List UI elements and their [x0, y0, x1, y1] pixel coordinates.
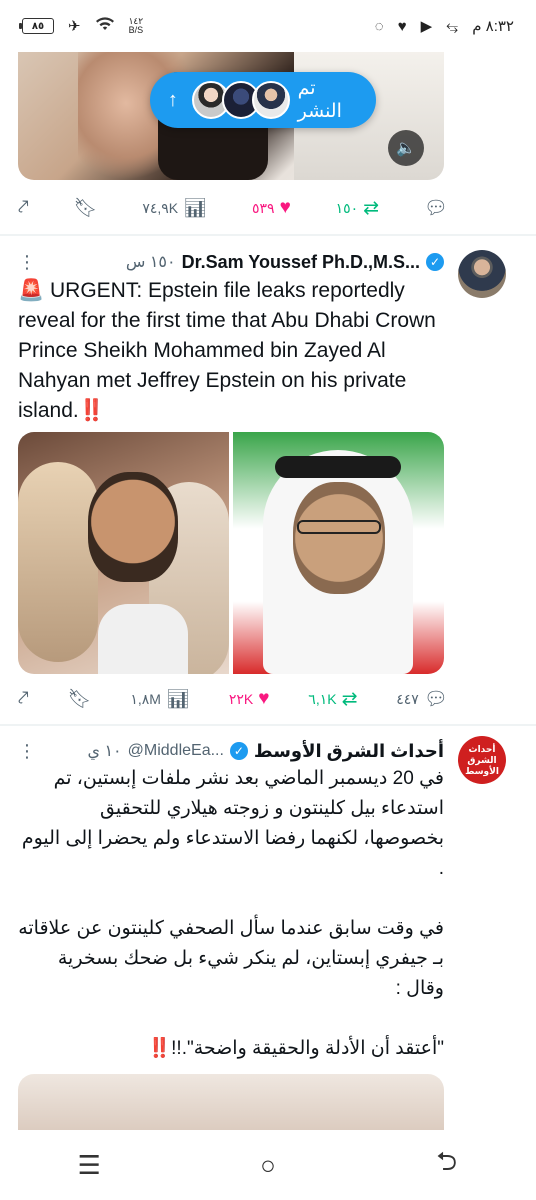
views-button[interactable]: ١,٨M 📊︎	[130, 687, 190, 711]
app-notification-icon: ⥃	[446, 17, 459, 35]
tweet-paragraph: في وقت سابق عندما سأل الصحفي كلينتون عن …	[18, 918, 444, 999]
tweet-quote: "أعتقد أن الأدلة والحقيقة واضحة".!!‼️	[147, 1038, 444, 1059]
bookmark-button[interactable]: 🔖︎	[73, 196, 97, 220]
arrow-up-icon: ↑	[167, 88, 178, 111]
media-image[interactable]	[233, 432, 444, 674]
heart-icon: ♥	[279, 197, 291, 218]
reply-button[interactable]: ٤٤٧ 💬︎	[396, 687, 448, 711]
views-button[interactable]: ٧٤,٩K 📊︎	[142, 196, 207, 220]
like-button[interactable]: ٢٢K ♥	[229, 688, 270, 710]
chat-notification-icon: ◌	[374, 17, 384, 35]
clock: ٨:٣٢ م	[472, 18, 514, 35]
tweet-actions: ⤤ 🔖︎ ١,٨M 📊︎ ٢٢K ♥ ٦,١K ⇄ ٤٤٧ 💬︎	[18, 677, 448, 721]
youtube-notification-icon: ▶	[420, 18, 433, 35]
recents-icon[interactable]: ☰	[59, 1150, 119, 1181]
media-image[interactable]	[18, 432, 229, 674]
author-handle[interactable]: @MiddleEa...	[128, 742, 224, 760]
reply-button[interactable]: 💬︎	[424, 196, 448, 220]
mute-icon[interactable]: 🔈	[388, 130, 424, 166]
divider	[0, 724, 536, 726]
retweet-button[interactable]: ١٥٠ ⇄	[336, 197, 379, 220]
bookmark-button[interactable]: 🔖︎	[67, 687, 91, 711]
divider	[0, 234, 536, 236]
reply-icon: 💬︎	[423, 689, 448, 710]
heart-icon: ♥	[258, 688, 270, 709]
share-icon: ⤤	[18, 688, 29, 709]
retweet-icon: ⇄	[363, 197, 380, 219]
airplane-mode-icon: ✈	[68, 18, 81, 35]
avatar	[251, 81, 290, 119]
network-speed: ١٤٢ B/S	[128, 16, 144, 35]
retweet-button[interactable]: ٦,١K ⇄	[308, 688, 357, 711]
views-icon: 📊︎	[183, 198, 208, 219]
tweet-text: 🚨 URGENT: Epstein file leaks reportedly …	[18, 279, 436, 422]
pill-avatars	[191, 81, 290, 119]
siren-emoji: 🚨	[18, 279, 45, 302]
like-button[interactable]: ٥٣٩ ♥	[252, 197, 291, 219]
tweet-text: في 20 ديسمبر الماضي بعد نشر ملفات إبستين…	[18, 764, 444, 1064]
tweet-time: ١٥٠ س	[125, 254, 176, 271]
double-exclamation-emoji: ‼️	[147, 1038, 172, 1059]
avatar[interactable]: أحداث الشرق الأوسط	[458, 736, 506, 784]
wifi-icon	[95, 16, 115, 36]
home-icon[interactable]: ○	[238, 1150, 298, 1181]
author-name[interactable]: أحداث الشرق الأوسط	[254, 741, 444, 762]
verified-badge-icon: ✓	[229, 742, 248, 760]
back-icon[interactable]: ⮌	[417, 1143, 477, 1187]
posted-label: تم النشر	[297, 78, 342, 122]
top-post-actions: ⤤ 🔖︎ ٧٤,٩K 📊︎ ٥٣٩ ♥ ١٥٠ ⇄ 💬︎	[18, 186, 448, 230]
tweet-media[interactable]	[18, 1074, 444, 1130]
status-bar: ٨٥ ✈ ١٤٢ B/S ◌ ♥ ▶ ⥃ ٨:٣٢ م	[0, 0, 536, 52]
reply-icon: 💬︎	[423, 198, 448, 219]
more-options-icon[interactable]: ⋮	[18, 252, 37, 273]
tweet-paragraph: في 20 ديسمبر الماضي بعد نشر ملفات إبستين…	[21, 768, 444, 879]
posted-notification-pill[interactable]: ↑ تم النشر	[150, 72, 376, 128]
battery-icon: ٨٥	[19, 18, 54, 34]
share-button[interactable]: ⤤	[18, 688, 29, 710]
tweet-header: ⋮ ١٠ ي @MiddleEa... ✓ أحداث الشرق الأوسط	[18, 738, 444, 764]
avatar[interactable]	[458, 250, 506, 298]
bookmark-icon: 🔖︎	[67, 689, 92, 710]
share-button[interactable]: ⤤	[18, 197, 29, 219]
share-icon: ⤤	[18, 197, 29, 218]
tweet-time: ١٠ ي	[87, 743, 122, 760]
retweet-icon: ⇄	[341, 688, 358, 710]
heart-notification-icon: ♥	[397, 17, 407, 35]
system-nav-bar: ☰ ○ ⮌	[0, 1130, 536, 1200]
tweet-media[interactable]	[18, 432, 444, 674]
author-name[interactable]: Dr.Sam Youssef Ph.D.,M.S...	[182, 252, 420, 273]
double-exclamation-emoji: ‼️	[78, 399, 105, 422]
more-options-icon[interactable]: ⋮	[18, 741, 37, 762]
views-icon: 📊︎	[165, 689, 191, 710]
bookmark-icon: 🔖︎	[73, 198, 98, 219]
verified-badge-icon: ✓	[426, 253, 444, 271]
tweet-header: ⋮ ١٥٠ س Dr.Sam Youssef Ph.D.,M.S... ✓	[18, 249, 444, 275]
